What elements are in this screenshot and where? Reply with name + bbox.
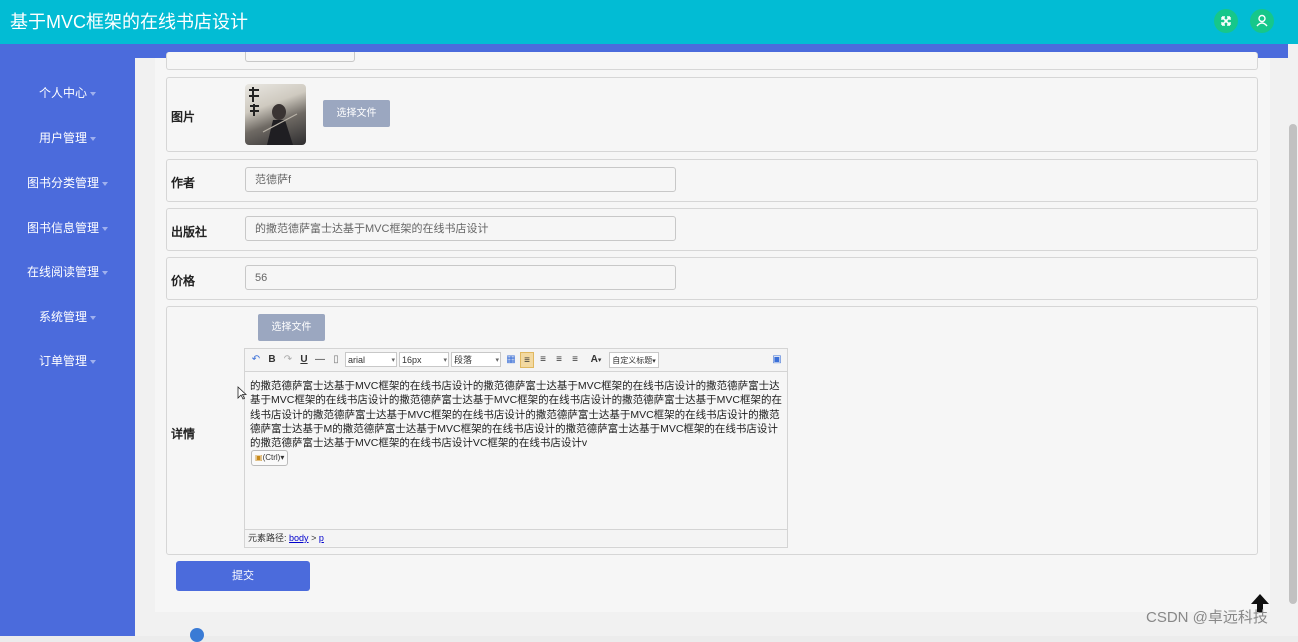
sidebar-item-label: 图书信息管理 xyxy=(26,221,99,235)
table-icon[interactable]: ▦ xyxy=(504,352,518,368)
chevron-down-icon: ▾ xyxy=(391,357,395,364)
chevron-down-icon: ▾ xyxy=(597,357,602,364)
detail-file-button[interactable]: 选择文件 xyxy=(258,314,325,341)
page-scrollbar[interactable] xyxy=(1288,44,1298,636)
undo-icon[interactable]: ↶ xyxy=(249,352,263,368)
watermark: CSDN @卓远科技 xyxy=(1146,609,1268,626)
chevron-down-icon xyxy=(102,226,108,231)
font-size-value: 16px xyxy=(402,355,422,365)
horizontal-rule-icon[interactable]: — xyxy=(313,352,327,368)
app-title: 基于MVC框架的在线书店设计 xyxy=(10,12,248,32)
redo-icon[interactable]: ↷ xyxy=(281,352,295,368)
element-path-p-link[interactable]: p xyxy=(319,533,324,543)
form-row-publisher: 出版社 的撒范德萨富士达基于MVC框架的在线书店设计 xyxy=(166,208,1258,251)
chevron-down-icon xyxy=(90,315,96,320)
image-label: 图片 xyxy=(171,110,196,124)
paste-badge-label: (Ctrl) xyxy=(262,453,281,462)
user-icon[interactable] xyxy=(1250,9,1274,33)
element-path-bar: 元素路径: body > p xyxy=(245,529,787,546)
underline-button[interactable]: U xyxy=(297,352,311,368)
previous-field-input[interactable] xyxy=(245,52,355,62)
element-path-separator: > xyxy=(311,533,317,543)
sidebar-item-label: 图书分类管理 xyxy=(26,176,99,190)
sidebar-item-label: 订单管理 xyxy=(38,354,87,368)
chevron-down-icon xyxy=(90,136,96,141)
sidebar-item-system-management[interactable]: 系统管理 xyxy=(0,308,135,325)
chevron-down-icon xyxy=(102,270,108,275)
sidebar-item-label: 在线阅读管理 xyxy=(26,265,99,279)
align-left-icon[interactable]: ≡ xyxy=(520,352,534,368)
sidebar-item-order-management[interactable]: 订单管理 xyxy=(0,352,135,369)
form-row-previous xyxy=(166,52,1258,70)
form-row-price: 价格 56 xyxy=(166,257,1258,300)
publisher-input[interactable]: 的撒范德萨富士达基于MVC框架的在线书店设计 xyxy=(245,216,676,241)
sidebar-item-label: 个人中心 xyxy=(38,86,87,100)
custom-heading-label: 自定义标题 xyxy=(612,356,653,365)
paragraph-value: 段落 xyxy=(454,355,473,365)
author-input[interactable]: 范德萨f xyxy=(245,167,676,192)
align-center-icon[interactable]: ≡ xyxy=(536,352,550,368)
app-header: 基于MVC框架的在线书店设计 xyxy=(0,0,1298,44)
publisher-label: 出版社 xyxy=(171,225,208,239)
price-label: 价格 xyxy=(171,274,196,288)
chevron-down-icon: ▾ xyxy=(495,357,499,364)
paragraph-select[interactable]: 段落 ▾ xyxy=(451,352,501,367)
editor-content[interactable]: 的撒范德萨富士达基于MVC框架的在线书店设计的撒范德萨富士达基于MVC框架的在线… xyxy=(250,379,782,450)
sidebar-item-online-reading-management[interactable]: 在线阅读管理 xyxy=(0,263,135,280)
element-path-label: 元素路径: xyxy=(248,533,287,543)
floating-dot xyxy=(190,628,204,642)
custom-heading-select[interactable]: 自定义标题▾ xyxy=(609,352,659,368)
sidebar-item-user-management[interactable]: 用户管理 xyxy=(0,129,135,146)
scrollbar-thumb[interactable] xyxy=(1289,124,1297,604)
sidebar-item-book-category-management[interactable]: 图书分类管理 xyxy=(0,174,135,191)
chevron-down-icon xyxy=(102,181,108,186)
font-color-label: A xyxy=(590,354,598,365)
font-size-select[interactable]: 16px ▾ xyxy=(399,352,449,367)
detail-label: 详情 xyxy=(171,427,196,441)
chevron-down-icon: ▾ xyxy=(280,453,285,462)
image-file-button[interactable]: 选择文件 xyxy=(323,100,390,127)
sidebar-item-label: 用户管理 xyxy=(38,131,87,145)
book-cover-image xyxy=(245,84,306,145)
chevron-down-icon xyxy=(90,91,96,96)
clipboard-icon: ▣ xyxy=(255,453,263,462)
sidebar-item-book-info-management[interactable]: 图书信息管理 xyxy=(0,219,135,236)
fullscreen-editor-icon[interactable]: ▣ xyxy=(770,352,784,368)
align-right-icon[interactable]: ≡ xyxy=(552,352,566,368)
fullscreen-icon[interactable] xyxy=(1214,9,1238,33)
font-color-button[interactable]: A▾ xyxy=(585,352,607,368)
price-input[interactable]: 56 xyxy=(245,265,676,290)
chevron-down-icon xyxy=(90,359,96,364)
mouse-cursor-icon xyxy=(237,386,247,400)
page-icon[interactable]: ▯ xyxy=(329,352,343,368)
font-family-value: arial xyxy=(348,355,366,365)
align-justify-icon[interactable]: ≡ xyxy=(568,352,582,368)
author-label: 作者 xyxy=(171,176,196,190)
chevron-down-icon: ▾ xyxy=(652,358,656,365)
element-path-body-link[interactable]: body xyxy=(289,533,309,543)
form-row-image: 图片 选择文件 xyxy=(166,77,1258,152)
sidebar-item-label: 系统管理 xyxy=(38,310,87,324)
bold-button[interactable]: B xyxy=(265,352,279,368)
rich-text-editor[interactable]: ↶ B ↷ U — ▯ arial ▾ 16px ▾ 段落 ▾ ▦ ≡ ≡ ≡ ≡ A… xyxy=(244,348,788,548)
submit-button[interactable]: 提交 xyxy=(176,561,310,591)
paste-options-badge[interactable]: ▣(Ctrl)▾ xyxy=(251,450,289,466)
sidebar-item-personal-center[interactable]: 个人中心 xyxy=(0,84,135,101)
chevron-down-icon: ▾ xyxy=(443,357,447,364)
font-family-select[interactable]: arial ▾ xyxy=(345,352,397,367)
sidebar: 个人中心 用户管理 图书分类管理 图书信息管理 在线阅读管理 系统管理 订单管理 xyxy=(0,58,135,636)
form-row-author: 作者 范德萨f xyxy=(166,159,1258,202)
editor-toolbar: ↶ B ↷ U — ▯ arial ▾ 16px ▾ 段落 ▾ ▦ ≡ ≡ ≡ ≡ A… xyxy=(245,349,787,372)
